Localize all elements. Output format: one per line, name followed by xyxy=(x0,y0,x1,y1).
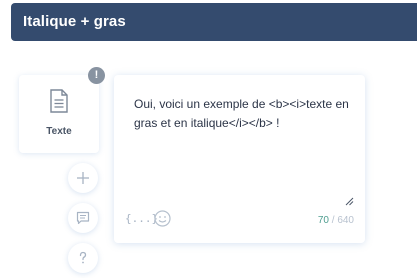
text-block-card[interactable]: Texte xyxy=(19,75,99,153)
char-count: 70 xyxy=(317,215,329,226)
document-icon xyxy=(50,89,68,113)
question-icon xyxy=(79,251,87,264)
help-button[interactable] xyxy=(68,243,98,273)
add-button[interactable] xyxy=(68,163,98,193)
text-editor-card: Oui, voici un exemple de <b><i>texte en … xyxy=(114,75,365,243)
comment-icon xyxy=(76,211,90,225)
comment-button[interactable] xyxy=(68,203,98,233)
plus-icon xyxy=(77,172,89,184)
section-header: Italique + gras xyxy=(11,3,417,41)
section-title: Italique + gras xyxy=(23,13,126,30)
smiley-icon[interactable] xyxy=(154,210,171,227)
warning-badge[interactable]: ! xyxy=(88,67,105,84)
message-textarea[interactable]: Oui, voici un exemple de <b><i>texte en … xyxy=(134,95,354,133)
resize-handle-icon[interactable] xyxy=(344,196,354,206)
block-label: Texte xyxy=(46,126,72,137)
char-counter: 70 / 640 xyxy=(318,215,354,226)
char-limit: 640 xyxy=(337,215,354,226)
